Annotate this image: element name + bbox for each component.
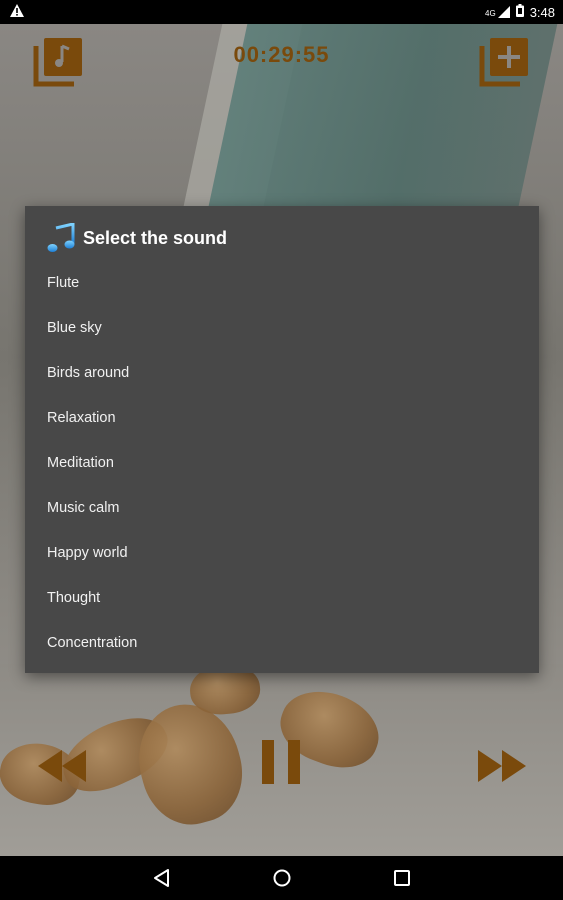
top-controls: 00:29:55: [0, 24, 563, 88]
sound-option-music-calm[interactable]: Music calm: [25, 486, 539, 531]
sound-option-flute[interactable]: Flute: [25, 261, 539, 306]
status-indicators: 4G 3:48: [485, 4, 555, 20]
music-note-icon: [47, 223, 75, 252]
select-sound-dialog: Select the sound Flute Blue sky Birds ar…: [25, 206, 539, 673]
add-sound-button[interactable]: [478, 34, 532, 88]
nav-home-button[interactable]: [270, 866, 294, 890]
sound-option-concentration[interactable]: Concentration: [25, 621, 539, 666]
sound-option-relaxation[interactable]: Relaxation: [25, 396, 539, 441]
nav-recents-button[interactable]: [390, 866, 414, 890]
nav-back-button[interactable]: [150, 866, 174, 890]
back-triangle-icon: [154, 869, 169, 887]
sound-option-thought[interactable]: Thought: [25, 576, 539, 621]
sound-option-happy-world[interactable]: Happy world: [25, 531, 539, 576]
rewind-button[interactable]: [34, 746, 90, 786]
status-time: 3:48: [529, 4, 555, 20]
sound-option-meditation[interactable]: Meditation: [25, 441, 539, 486]
home-circle-icon: [273, 869, 291, 887]
recents-square-icon: [394, 870, 410, 886]
fast-forward-button[interactable]: [474, 746, 530, 786]
network-icon: 4G: [485, 6, 510, 18]
fast-forward-icon: [478, 750, 526, 782]
pause-button[interactable]: [258, 736, 306, 788]
add-sound-icon: [479, 38, 528, 87]
system-nav-bar: [0, 856, 563, 900]
battery-icon: [515, 4, 524, 20]
dialog-title: Select the sound: [83, 227, 228, 248]
rewind-icon: [38, 750, 86, 782]
sound-option-blue-sky[interactable]: Blue sky: [25, 306, 539, 351]
network-label: 4G: [485, 9, 496, 18]
player-controls: [0, 730, 563, 800]
warning-icon: [10, 4, 24, 20]
pause-icon: [262, 740, 300, 784]
sound-list: Flute Blue sky Birds around Relaxation M…: [25, 261, 539, 666]
sound-option-birds-around[interactable]: Birds around: [25, 351, 539, 396]
status-bar: 4G 3:48: [0, 0, 563, 24]
dialog-header: Select the sound: [47, 222, 227, 254]
